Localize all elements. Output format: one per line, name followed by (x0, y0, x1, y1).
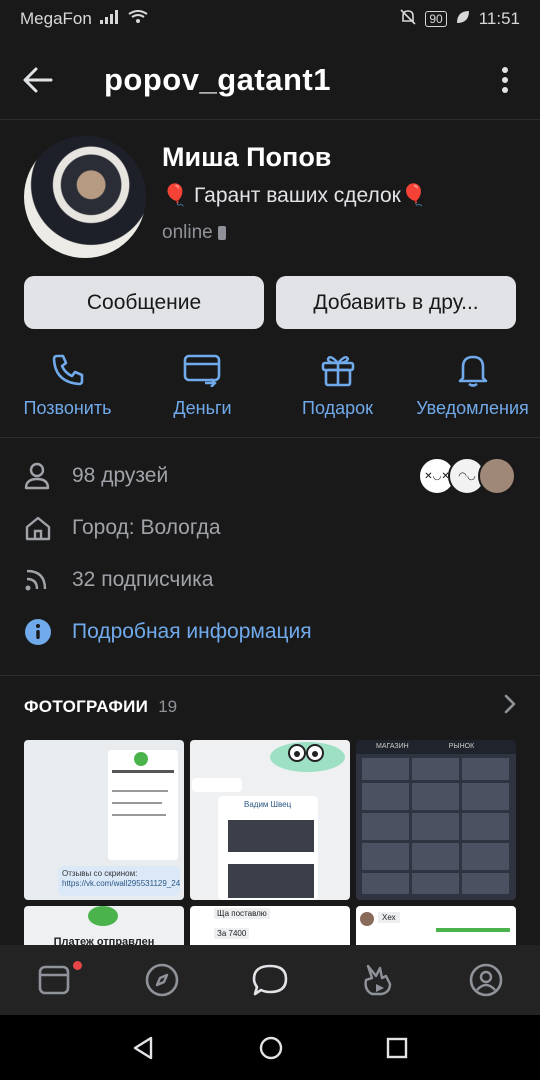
news-feed-icon (38, 965, 70, 995)
followers-count: 32 подписчика (72, 568, 214, 591)
photos-title: ФОТОГРАФИИ (24, 696, 149, 716)
wifi-icon (128, 9, 148, 29)
bottom-tab-bar (0, 945, 540, 1015)
profile-buttons: Сообщение Добавить в дру... (24, 276, 516, 329)
profile-actions: Позвонить Деньги Подарок Уведомления (0, 348, 540, 438)
photo-thumbnail[interactable]: Платеж отправлен (24, 906, 184, 945)
carrier-name: MegaFon (20, 9, 92, 28)
photo-review-text: Отзывы со скрином: (62, 869, 138, 878)
photo-thumbnail[interactable]: Вадим Швец (190, 740, 350, 900)
bell-icon (455, 348, 491, 392)
phone-icon (50, 348, 86, 392)
info-icon (24, 618, 54, 646)
gift-action[interactable]: Подарок (270, 348, 405, 437)
header-username: popov_gatant1 (104, 61, 331, 97)
friends-avatars[interactable]: ✕◡✕ ◠◡ (418, 457, 516, 495)
more-options-button[interactable] (490, 58, 520, 102)
call-action[interactable]: Позвонить (0, 348, 135, 437)
photo-thumbnail[interactable]: Хех (356, 906, 516, 945)
profile-info: 98 друзей ✕◡✕ ◠◡ Город: Вологда 32 подпи… (24, 450, 516, 658)
tab-discover[interactable] (108, 962, 216, 998)
status-bar: MegaFon 90 11:51 (0, 0, 540, 38)
profile-avatar[interactable] (24, 136, 146, 258)
tab-services[interactable] (324, 962, 432, 998)
more-vertical-icon (502, 66, 508, 93)
gift-label: Подарок (302, 398, 373, 418)
profile-status-text: 🎈 Гарант ваших сделок🎈 (162, 184, 428, 207)
details-row[interactable]: Подробная информация (24, 606, 516, 658)
city-row: Город: Вологда (24, 502, 516, 554)
photo-thumbnail[interactable]: Отзывы со скрином: https://vk.com/wall29… (24, 740, 184, 900)
photo-chat-reply: Хех (378, 912, 400, 923)
home-icon (24, 515, 54, 541)
mute-icon (399, 8, 417, 31)
battery-indicator: 90 (425, 11, 447, 27)
online-label: online (162, 222, 213, 243)
message-button[interactable]: Сообщение (24, 276, 264, 329)
user-circle-icon (469, 963, 503, 997)
arrow-left-icon (23, 67, 53, 92)
back-button[interactable] (16, 58, 60, 102)
photo-shop-tab: МАГАЗИН (376, 743, 409, 750)
compass-icon (145, 963, 179, 997)
money-card-icon (183, 348, 223, 392)
tab-news[interactable] (0, 961, 108, 997)
gift-icon (320, 348, 356, 392)
photo-chat-line-1: Ща поставлю (214, 908, 270, 919)
home-circle-icon[interactable] (258, 1035, 284, 1061)
money-action[interactable]: Деньги (135, 348, 270, 437)
photos-count: 19 (158, 696, 178, 716)
signal-icon (99, 9, 120, 29)
tab-profile[interactable] (432, 962, 540, 998)
photos-section: ФОТОГРАФИИ 19 Отзывы со скрином: https:/… (0, 675, 540, 945)
services-icon (364, 964, 392, 996)
photo-market-tab: РЫНОК (448, 743, 475, 750)
photo-payment-text: Платеж отправлен (53, 936, 155, 945)
recents-square-icon[interactable] (385, 1036, 409, 1060)
mobile-device-icon (217, 226, 226, 240)
profile-header: popov_gatant1 (0, 40, 540, 120)
friend-avatar (478, 457, 516, 495)
profile-block: Миша Попов 🎈 Гарант ваших сделок🎈 online (24, 136, 524, 261)
online-status: online (162, 222, 227, 244)
notification-dot (73, 961, 82, 970)
friends-count: 98 друзей (72, 464, 169, 487)
city-text: Город: Вологда (72, 516, 221, 539)
photo-review-link: https://vk.com/wall295531129_24 (62, 879, 180, 888)
leaf-icon (455, 9, 471, 30)
tab-messages[interactable] (216, 962, 324, 998)
photo-author-name: Вадим Швец (244, 800, 292, 809)
add-friend-button[interactable]: Добавить в дру... (276, 276, 516, 329)
call-label: Позвонить (23, 398, 112, 418)
clock: 11:51 (478, 9, 520, 28)
followers-row[interactable]: 32 подписчика (24, 554, 516, 606)
photo-chat-line-2: За 7400 (214, 928, 250, 939)
notifications-action[interactable]: Уведомления (405, 348, 540, 437)
system-nav-bar (0, 1015, 540, 1080)
profile-name: Миша Попов (162, 142, 332, 172)
user-icon (24, 462, 54, 490)
details-link[interactable]: Подробная информация (72, 620, 312, 644)
chevron-right-icon (504, 694, 516, 719)
friends-row[interactable]: 98 друзей ✕◡✕ ◠◡ (24, 450, 516, 502)
photo-thumbnail[interactable]: Ща поставлю За 7400 (190, 906, 350, 945)
message-bubble-icon (252, 964, 288, 996)
back-triangle-icon[interactable] (131, 1035, 157, 1061)
notifications-label: Уведомления (416, 398, 529, 418)
rss-icon (24, 568, 54, 592)
photo-thumbnail[interactable]: МАГАЗИН РЫНОК (356, 740, 516, 900)
photos-header[interactable]: ФОТОГРАФИИ 19 (0, 676, 540, 719)
money-label: Деньги (173, 398, 232, 418)
photos-grid: Отзывы со скрином: https://vk.com/wall29… (24, 740, 516, 945)
